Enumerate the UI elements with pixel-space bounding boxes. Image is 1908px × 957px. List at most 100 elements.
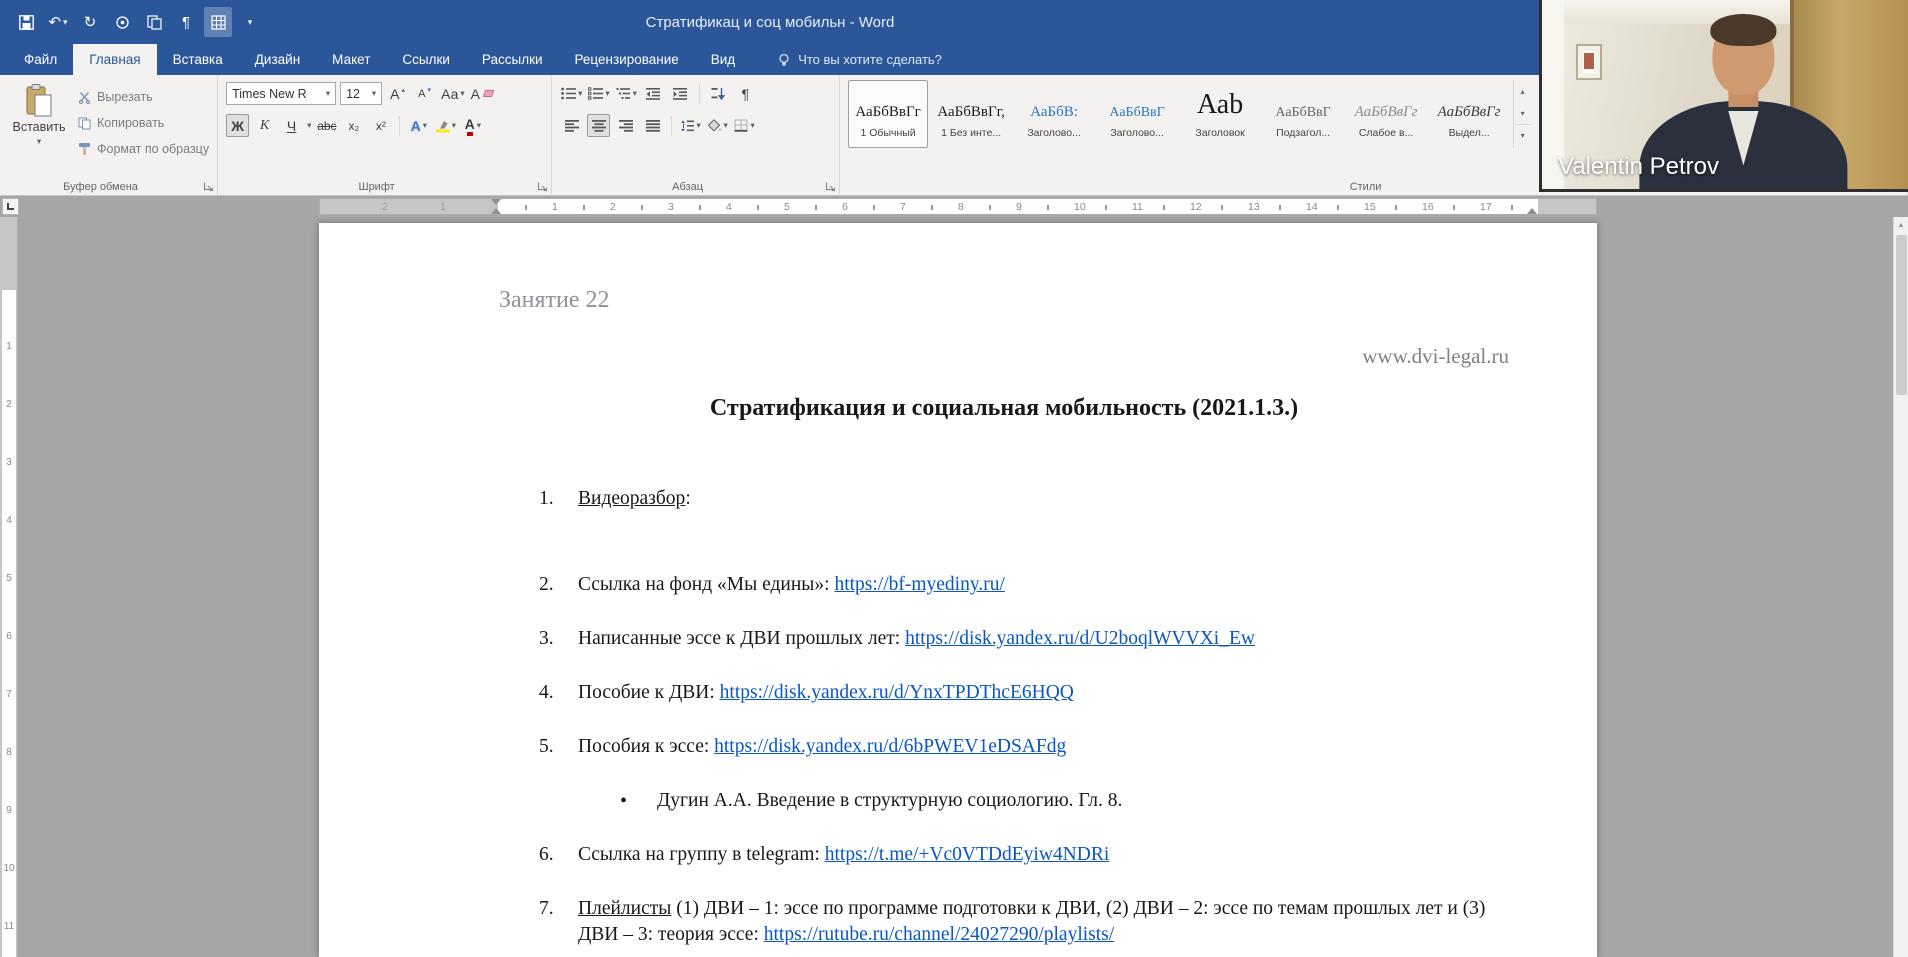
word-window: ↶ ▾ ↻ ¶ ▾ Стратификац и соц мобильн - Wo… — [0, 0, 1908, 957]
bullets-button[interactable]: ▾ — [560, 82, 583, 105]
document-area: 1 2 3 4 5 6 7 8 9 10 11 Занятие 22 www.dvi-legal.r… — [0, 217, 1908, 957]
cut-icon — [78, 91, 91, 104]
ruler-number: 16 — [1422, 201, 1434, 213]
dropdown-icon: ▾ — [371, 88, 377, 99]
bold-button[interactable]: Ж — [226, 114, 250, 137]
paragraph-dialog-launcher[interactable] — [824, 180, 836, 192]
line-spacing-button[interactable]: ▾ — [679, 114, 702, 137]
style-item-3[interactable]: АаБбВ: Заголово... — [1014, 80, 1094, 148]
tab-рассылки[interactable]: Рассылки — [466, 44, 559, 75]
borders-icon — [734, 119, 748, 132]
dropdown-icon: ▾ — [460, 88, 465, 99]
list-number: 7. — [539, 898, 554, 919]
person-head — [1710, 14, 1777, 95]
font-dialog-launcher[interactable] — [536, 180, 548, 192]
scroll-up-icon[interactable]: ▴ — [1894, 217, 1908, 233]
multilevel-list-button[interactable]: ▾ — [615, 82, 638, 105]
style-item-5[interactable]: Ааb Заголовок — [1180, 80, 1260, 148]
change-case-button[interactable]: Аа ▾ — [440, 82, 466, 105]
tell-me-box[interactable]: Что вы хотите сделать? — [777, 44, 942, 75]
style-item-7[interactable]: АаБбВвГг Слабое в... — [1346, 80, 1426, 148]
ruler-number: 6 — [842, 201, 848, 213]
sort-button[interactable] — [707, 82, 730, 105]
save-icon[interactable] — [12, 7, 40, 37]
hyperlink[interactable]: https://disk.yandex.ru/d/U2boqlWVVXi_Ew — [905, 628, 1255, 649]
quick-access-toolbar: ↶ ▾ ↻ ¶ ▾ — [12, 7, 264, 37]
align-center-button[interactable] — [587, 114, 611, 137]
first-line-indent-marker[interactable] — [491, 199, 501, 205]
gallery-more-icon[interactable]: ▾ — [1514, 124, 1532, 146]
doc-text: : — [685, 488, 691, 509]
grow-font-button[interactable]: А ▴ — [386, 82, 409, 105]
align-left-button[interactable] — [560, 114, 583, 137]
doc-text: Видеоразбор — [578, 488, 686, 509]
customize-qat-icon[interactable]: ▾ — [236, 7, 264, 37]
highlight-button[interactable]: ▾ — [434, 114, 457, 137]
gallery-up-icon[interactable]: ▴ — [1514, 80, 1531, 102]
tab-вставка[interactable]: Вставка — [157, 44, 239, 75]
doc-numbered-item: 5. Пособия к эссе: https://disk.yandex.ru… — [499, 734, 1509, 760]
style-item-8[interactable]: АаБбВвГг Выдел... — [1429, 80, 1509, 148]
right-indent-marker[interactable] — [1527, 208, 1537, 214]
touch-mode-icon[interactable] — [108, 7, 136, 37]
dropdown-icon: ▾ — [723, 120, 728, 131]
tab-stop-icon — [7, 203, 14, 210]
shading-button[interactable]: ▾ — [706, 114, 729, 137]
underline-button[interactable]: Ч — [280, 114, 303, 137]
gallery-down-icon[interactable]: ▾ — [1514, 102, 1531, 124]
font-color-button[interactable]: А ▾ — [461, 114, 484, 137]
copy-icon[interactable] — [140, 7, 168, 37]
vertical-scrollbar[interactable]: ▴ — [1893, 217, 1908, 957]
clipboard-dialog-launcher[interactable] — [202, 180, 214, 192]
tab-макет[interactable]: Макет — [316, 44, 386, 75]
tab-рецензирование[interactable]: Рецензирование — [559, 44, 695, 75]
format-painter-button[interactable]: Формат по образцу — [78, 138, 209, 160]
paragraph-mark-icon[interactable]: ¶ — [172, 7, 200, 37]
style-item-1[interactable]: АаБбВвГг 1 Обычный — [848, 80, 929, 148]
tab-вид[interactable]: Вид — [695, 44, 751, 75]
hyperlink[interactable]: https://disk.yandex.ru/d/6bPWEV1eDSAFdg — [714, 736, 1066, 757]
subscript-button[interactable]: х₂ — [342, 114, 365, 137]
hanging-indent-marker[interactable] — [491, 208, 501, 214]
numbering-button[interactable]: ▾ — [587, 82, 610, 105]
increase-indent-button[interactable] — [669, 82, 692, 105]
clear-formatting-button[interactable]: А — [470, 82, 495, 105]
tab-ссылки[interactable]: Ссылки — [386, 44, 466, 75]
hyperlink[interactable]: https://disk.yandex.ru/d/YnxTPDThcE6HQQ — [720, 682, 1074, 703]
shrink-font-button[interactable]: А ▾ — [413, 82, 436, 105]
italic-button[interactable]: К — [253, 114, 276, 137]
style-sample: АаБбВвГг — [1437, 104, 1501, 120]
borders-button[interactable]: ▾ — [733, 114, 756, 137]
style-sample: АаБбВвГ — [1275, 105, 1331, 120]
justify-button[interactable] — [641, 114, 664, 137]
decrease-indent-button[interactable] — [642, 82, 665, 105]
hyperlink[interactable]: https://bf-myediny.ru/ — [834, 574, 1004, 595]
superscript-button[interactable]: х² — [369, 114, 392, 137]
tab-главная[interactable]: Главная — [73, 44, 157, 75]
style-item-2[interactable]: АаБбВвГг, 1 Без инте... — [931, 80, 1011, 148]
undo-icon[interactable]: ↶ ▾ — [44, 7, 72, 37]
tab-stop-selector[interactable] — [2, 198, 19, 215]
style-item-4[interactable]: АаБбВвГ Заголово... — [1097, 80, 1177, 148]
cut-button[interactable]: Вырезать — [78, 86, 209, 108]
show-marks-button[interactable]: ¶ — [734, 82, 757, 105]
strikethrough-button[interactable]: abc — [315, 114, 338, 137]
hyperlink[interactable]: https://rutube.ru/channel/24027290/playl… — [764, 924, 1114, 945]
tab-файл[interactable]: Файл — [8, 44, 73, 75]
align-right-button[interactable] — [614, 114, 637, 137]
tab-дизайн[interactable]: Дизайн — [239, 44, 316, 75]
table-icon[interactable] — [204, 7, 232, 37]
style-item-6[interactable]: АаБбВвГ Подзагол... — [1263, 80, 1343, 148]
vruler-number: 3 — [6, 457, 12, 468]
vruler-number: 7 — [6, 689, 12, 700]
copy-button[interactable]: Копировать — [78, 112, 209, 134]
text-effects-button[interactable]: А ▾ — [407, 114, 430, 137]
document-page[interactable]: Занятие 22 www.dvi-legal.ru Стратификаци… — [319, 223, 1597, 957]
font-size-combo[interactable]: 12 ▾ — [340, 82, 383, 105]
scrollbar-thumb[interactable] — [1896, 235, 1907, 395]
paste-button[interactable]: Вставить ▾ — [8, 80, 70, 160]
dropdown-icon[interactable]: ▾ — [307, 121, 311, 130]
redo-icon[interactable]: ↻ — [76, 7, 104, 37]
hyperlink[interactable]: https://t.me/+Vc0VTDdEyiw4NDRi — [825, 844, 1110, 865]
font-name-combo[interactable]: Times New R ▾ — [226, 82, 337, 105]
